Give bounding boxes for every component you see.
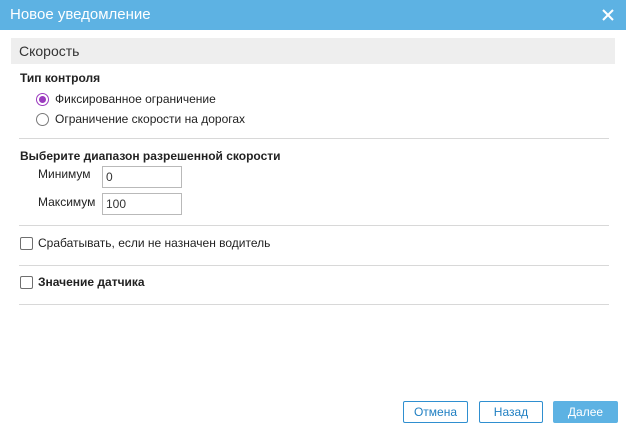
radio-button-selected[interactable]	[36, 92, 49, 106]
section-header: Скорость	[11, 38, 615, 64]
notification-dialog: Новое уведомление Скорость Тип контроля …	[0, 0, 626, 437]
next-button[interactable]: Далее	[553, 401, 618, 423]
radio-road-speed-limit[interactable]: Ограничение скорости на дорогах	[36, 111, 245, 127]
sensor-value-label: Значение датчика	[38, 275, 145, 289]
driver-not-assigned-checkbox[interactable]	[20, 236, 33, 250]
close-icon[interactable]	[599, 6, 617, 24]
radio-fixed-limit[interactable]: Фиксированное ограничение	[36, 91, 216, 107]
dialog-titlebar: Новое уведомление	[0, 0, 626, 30]
divider	[19, 225, 609, 226]
radio-button[interactable]	[36, 112, 49, 126]
back-button[interactable]: Назад	[479, 401, 543, 423]
max-speed-input[interactable]	[102, 193, 182, 215]
speed-range-label: Выберите диапазон разрешенной скорости	[20, 149, 281, 163]
cancel-button[interactable]: Отмена	[403, 401, 468, 423]
divider	[19, 304, 609, 305]
radio-fixed-limit-label: Фиксированное ограничение	[55, 92, 216, 106]
divider	[19, 265, 609, 266]
min-speed-input[interactable]	[102, 166, 182, 188]
driver-not-assigned-label: Срабатывать, если не назначен водитель	[38, 236, 271, 250]
max-speed-label: Максимум	[38, 195, 96, 209]
dialog-title: Новое уведомление	[10, 6, 151, 23]
sensor-value-checkbox[interactable]	[20, 275, 33, 289]
sensor-value-checkbox-row[interactable]: Значение датчика	[20, 274, 145, 290]
control-type-label: Тип контроля	[20, 71, 101, 85]
min-speed-label: Минимум	[38, 167, 91, 181]
divider	[19, 138, 609, 139]
driver-not-assigned-checkbox-row[interactable]: Срабатывать, если не назначен водитель	[20, 235, 270, 251]
section-title: Скорость	[19, 43, 80, 59]
radio-road-speed-limit-label: Ограничение скорости на дорогах	[55, 112, 246, 126]
